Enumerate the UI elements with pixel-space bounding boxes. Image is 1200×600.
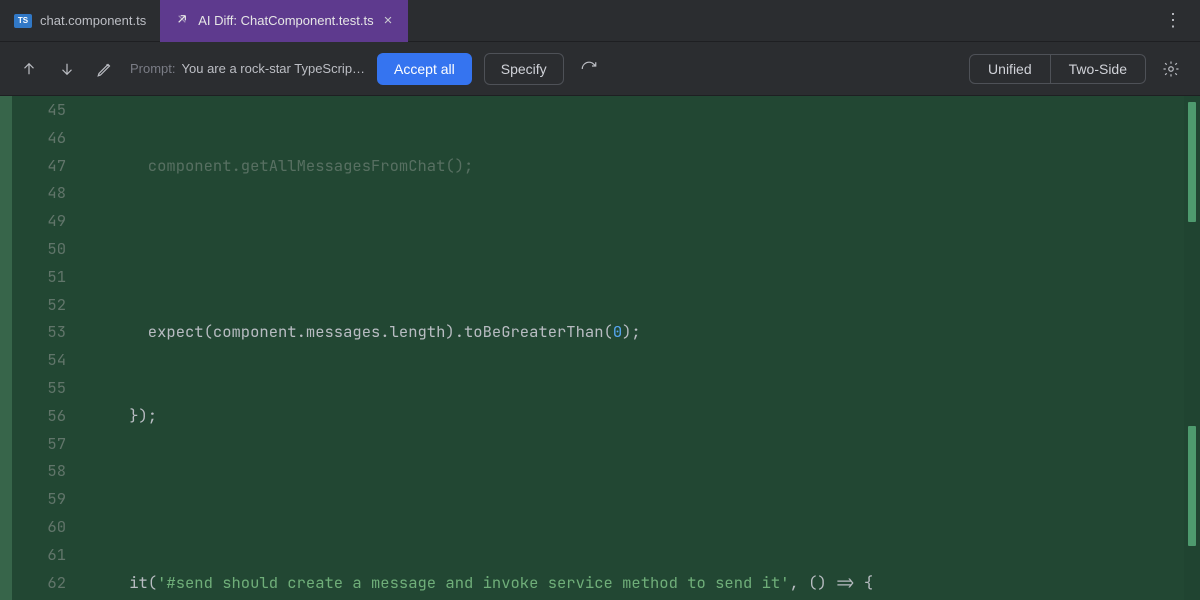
- edit-prompt-icon[interactable]: [92, 56, 118, 82]
- close-icon[interactable]: ×: [382, 12, 395, 29]
- more-menu-icon[interactable]: ⋮: [1148, 10, 1200, 31]
- code-line: it('#send should create a message and in…: [92, 569, 1200, 597]
- overview-ruler[interactable]: [1184, 96, 1200, 600]
- diff-gutter: [0, 96, 12, 600]
- tab-bar: TS chat.component.ts AI Diff: ChatCompon…: [0, 0, 1200, 42]
- regenerate-icon[interactable]: [576, 56, 602, 82]
- code-content[interactable]: component.getAllMessagesFromChat(); expe…: [84, 96, 1200, 600]
- prev-diff-icon[interactable]: [16, 56, 42, 82]
- code-line: component.getAllMessagesFromChat();: [92, 152, 1200, 180]
- code-line: });: [92, 402, 1200, 430]
- settings-icon[interactable]: [1158, 56, 1184, 82]
- tab-label: chat.component.ts: [40, 13, 146, 28]
- diff-toolbar: Prompt: You are a rock-star TypeScrip… A…: [0, 42, 1200, 96]
- prompt-text: You are a rock-star TypeScrip…: [182, 61, 366, 76]
- view-unified-button[interactable]: Unified: [970, 55, 1050, 83]
- prompt-display[interactable]: Prompt: You are a rock-star TypeScrip…: [130, 61, 365, 76]
- tab-label: AI Diff: ChatComponent.test.ts: [198, 13, 373, 28]
- tab-ai-diff[interactable]: AI Diff: ChatComponent.test.ts ×: [160, 0, 408, 42]
- specify-button[interactable]: Specify: [484, 53, 564, 85]
- tab-chat-component[interactable]: TS chat.component.ts: [0, 0, 160, 42]
- accept-all-button[interactable]: Accept all: [377, 53, 472, 85]
- view-two-side-button[interactable]: Two-Side: [1050, 55, 1145, 83]
- typescript-icon: TS: [14, 14, 32, 28]
- line-number-gutter: 454647 484950 515253 545556 575859 60616…: [12, 96, 84, 600]
- prompt-label: Prompt:: [130, 61, 176, 76]
- diff-icon: [174, 11, 190, 30]
- view-mode-toggle: Unified Two-Side: [969, 54, 1146, 84]
- next-diff-icon[interactable]: [54, 56, 80, 82]
- code-editor[interactable]: 454647 484950 515253 545556 575859 60616…: [0, 96, 1200, 600]
- code-line: expect(component.messages.length).toBeGr…: [92, 318, 1200, 346]
